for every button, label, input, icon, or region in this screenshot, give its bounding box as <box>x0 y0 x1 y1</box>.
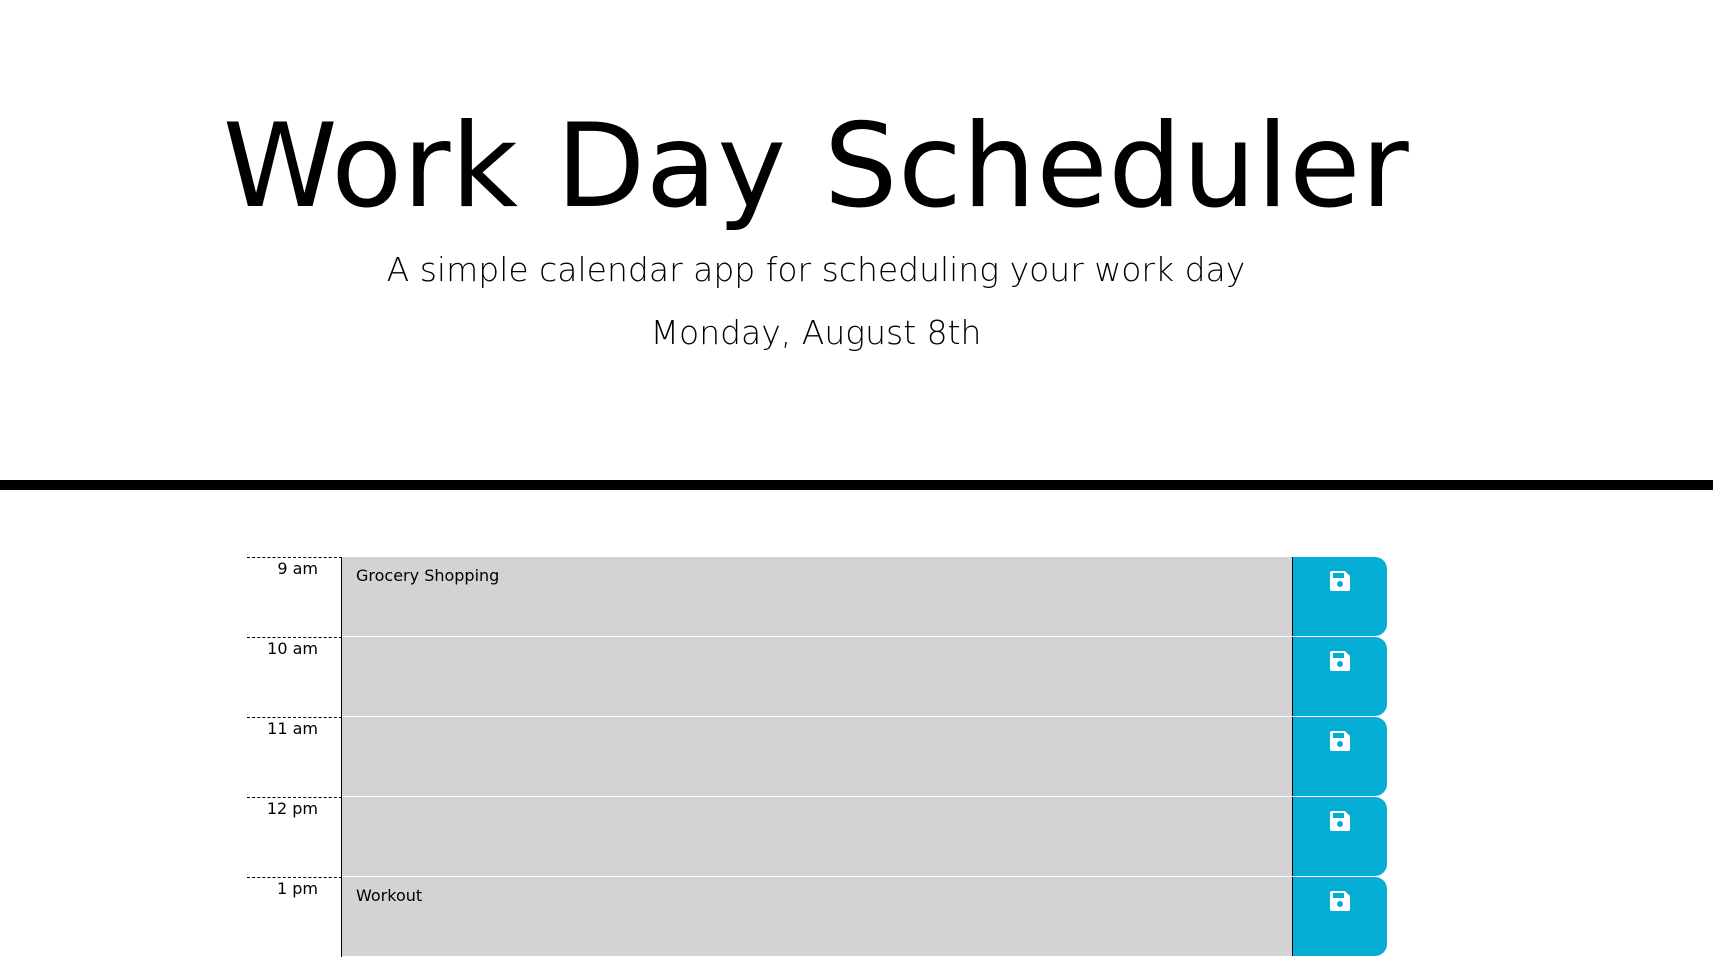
hour-label: 10 am <box>247 637 342 717</box>
time-block-9am: 9 am Grocery Shopping <box>247 557 1387 637</box>
save-icon <box>1328 809 1352 833</box>
event-description-input[interactable] <box>342 637 1292 717</box>
time-block-10am: 10 am <box>247 637 1387 717</box>
event-description-input[interactable] <box>342 717 1292 797</box>
time-block-12pm: 12 pm <box>247 797 1387 877</box>
hour-label: 12 pm <box>247 797 342 877</box>
hour-label: 1 pm <box>247 877 342 957</box>
time-block-11am: 11 am <box>247 717 1387 797</box>
save-icon <box>1328 889 1352 913</box>
schedule-container: 9 am Grocery Shopping 10 am 11 am 12 pm <box>247 557 1387 957</box>
time-block-1pm: 1 pm Workout <box>247 877 1387 957</box>
save-button[interactable] <box>1292 637 1387 716</box>
save-icon <box>1328 569 1352 593</box>
save-icon <box>1328 729 1352 753</box>
hour-label: 11 am <box>247 717 342 797</box>
save-button[interactable] <box>1292 877 1387 956</box>
current-day: Monday, August 8th <box>650 313 982 352</box>
event-description-input[interactable] <box>342 797 1292 877</box>
save-button[interactable] <box>1292 557 1387 636</box>
page-subtitle: A simple calendar app for scheduling you… <box>386 250 1246 289</box>
event-description-input[interactable]: Workout <box>342 877 1292 957</box>
page-title: Work Day Scheduler <box>222 99 1410 234</box>
save-button[interactable] <box>1292 797 1387 876</box>
save-icon <box>1328 649 1352 673</box>
event-description-input[interactable]: Grocery Shopping <box>342 557 1292 637</box>
header: Work Day Scheduler A simple calendar app… <box>0 0 1713 490</box>
hour-label: 9 am <box>247 557 342 637</box>
save-button[interactable] <box>1292 717 1387 796</box>
